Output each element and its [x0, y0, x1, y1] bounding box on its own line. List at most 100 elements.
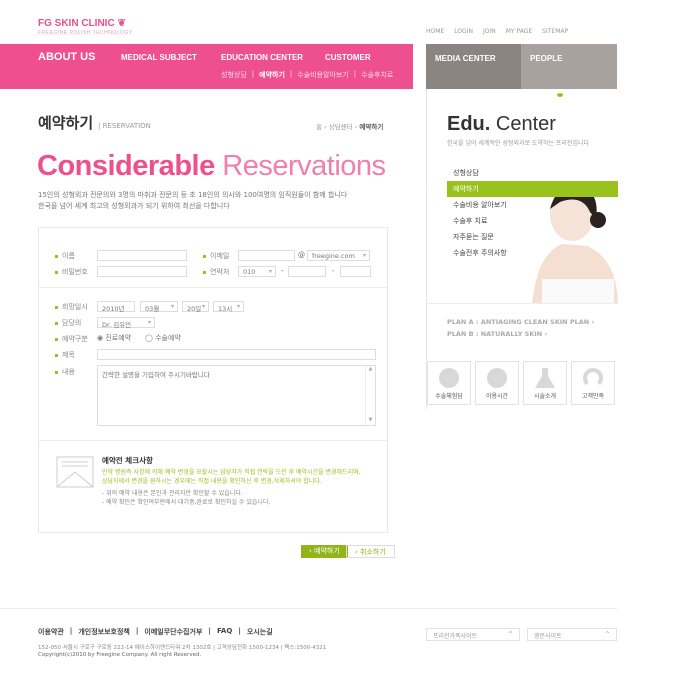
- nav-medical-subject[interactable]: MEDICAL SUBJECT: [121, 53, 197, 62]
- divider: [39, 287, 387, 288]
- subnav-consult[interactable]: 성형상담: [221, 70, 247, 80]
- footer-links: 이용약관 | 개인정보보호정책 | 이메일무단수집거부 | FAQ | 오시는길: [38, 627, 273, 637]
- plan-b-link[interactable]: PLAN B : NATURALLY SKIN ›: [447, 328, 594, 340]
- footer-email-policy[interactable]: 이메일무단수집거부: [144, 627, 202, 637]
- dash: -: [332, 267, 335, 275]
- radio-clinic[interactable]: ◉ 진료예약: [97, 333, 131, 343]
- month-select[interactable]: 03월: [140, 301, 178, 313]
- quick-procedures[interactable]: 시술소개: [523, 361, 567, 405]
- footer-divider: [0, 608, 617, 609]
- sub-nav: 성형상담 | 예약하기 | 수술비용알아보기 | 수술후치료: [221, 70, 394, 80]
- side-menu-cost[interactable]: 수술비용 알아보기: [447, 197, 618, 213]
- date-label: 희망일시: [55, 302, 88, 312]
- password-input[interactable]: [97, 266, 187, 277]
- main-nav: ABOUT US MEDICAL SUBJECT EDUCATION CENTE…: [0, 44, 413, 89]
- footer-faq[interactable]: FAQ: [217, 627, 232, 637]
- family-site-label: 프리진가족사이트: [433, 633, 478, 640]
- notice-note-2: - 예약 확인은 확인여부란에서 대기중,완료로 확인하실 수 있습니다.: [102, 499, 271, 506]
- footer-directions[interactable]: 오시는길: [247, 627, 273, 637]
- subtitle-text: RESERVATION: [102, 122, 151, 130]
- doctor-label: 담당의: [55, 318, 81, 328]
- leaf-icon: [557, 93, 563, 97]
- side-menu-consult[interactable]: 성형상담: [447, 165, 618, 181]
- email-label: 이메일: [203, 251, 229, 261]
- footer-terms[interactable]: 이용약관: [38, 627, 64, 637]
- nav-education-center[interactable]: EDUCATION CENTER: [221, 53, 303, 62]
- english-site-select[interactable]: 영문사이트 ^: [527, 628, 617, 641]
- crumb-home[interactable]: 홈: [316, 123, 322, 131]
- phone-label: 연락처: [203, 267, 229, 277]
- cancel-button[interactable]: › 취소하기: [346, 545, 395, 558]
- notice-notes: - 위의 예약 내용은 본인과 관리자만 확인할 수 있습니다. - 예약 확인은…: [102, 489, 270, 507]
- divider: [427, 303, 618, 304]
- dash: -: [281, 267, 284, 275]
- subnav-aftercare[interactable]: 수술후치료: [361, 70, 393, 80]
- email-id-input[interactable]: [238, 250, 295, 261]
- notice-highlight: 만약 병원측 사정에 의해 예약 변경을 요할시는 담당자가 직접 연락을 드린…: [102, 468, 387, 486]
- headline-light: Reservations: [222, 150, 386, 182]
- link-login[interactable]: LOGIN: [454, 28, 473, 35]
- edu-center-title: Edu. Center: [447, 113, 556, 136]
- phone-last-input[interactable]: [340, 266, 371, 277]
- quick-satisfaction[interactable]: 고객만족: [571, 361, 615, 405]
- headline: Considerable Reservations: [37, 150, 386, 183]
- textarea-scrollbar[interactable]: ▲ ▼: [365, 366, 375, 425]
- link-join[interactable]: JOIN: [483, 28, 496, 35]
- link-mypage[interactable]: MY PAGE: [506, 28, 532, 35]
- quick-label: 시술소개: [533, 393, 557, 400]
- password-label: 비밀번호: [55, 267, 88, 277]
- link-sitemap[interactable]: SITEMAP: [542, 28, 568, 35]
- alarm-clock-icon: [487, 368, 507, 388]
- hour-select[interactable]: 13시: [213, 301, 244, 313]
- name-label: 이름: [55, 251, 75, 261]
- content-textarea[interactable]: 간략한 설명을 기입하여 주시기바랍니다: [97, 365, 376, 426]
- nav-about-us[interactable]: ABOUT US: [38, 51, 95, 63]
- english-site-label: 영문사이트: [534, 633, 562, 640]
- side-menu-aftercare[interactable]: 수술후 치료: [447, 213, 618, 229]
- quick-hours[interactable]: 이용시간: [475, 361, 519, 405]
- submit-button[interactable]: › 예약하기: [301, 545, 348, 558]
- headline-bold: Considerable: [37, 150, 215, 182]
- side-menu-faq[interactable]: 자주묻는 질문: [447, 229, 618, 245]
- plan-a-text: PLAN A : ANTIAGING CLEAN SKIN PLAN: [447, 318, 590, 326]
- nav-customer[interactable]: CUSTOMER: [325, 53, 371, 62]
- side-menu-precautions[interactable]: 수술전후 주의사항: [447, 245, 618, 261]
- doctor-select[interactable]: Dr. 김유민: [97, 317, 155, 329]
- plan-a-link[interactable]: PLAN A : ANTIAGING CLEAN SKIN PLAN ›: [447, 316, 594, 328]
- crumb-center[interactable]: 상담센터: [329, 123, 353, 131]
- plan-b-text: PLAN B : NATURALLY SKIN: [447, 330, 543, 338]
- breadcrumb: 홈 › 상담센터 › 예약하기: [316, 123, 384, 131]
- logo[interactable]: FG SKIN CLINIC ❦ FREEGINE POLISH TECHNOLO…: [38, 18, 133, 36]
- tab-media-center[interactable]: MEDIA CENTER: [426, 44, 521, 89]
- notice-hl-2: 상담자께서 변경을 원하시는 경우에는 직접 내용을 확인하신 후 변경,삭제하…: [102, 478, 322, 485]
- quick-reviews[interactable]: 수술체험담: [427, 361, 471, 405]
- title-input[interactable]: [97, 349, 376, 360]
- name-input[interactable]: [97, 250, 187, 261]
- family-site-select[interactable]: 프리진가족사이트 ^: [426, 628, 520, 641]
- notice-hl-1: 만약 병원측 사정에 의해 예약 변경을 요할시는 담당자가 직접 연락을 드린…: [102, 469, 361, 476]
- email-domain-select[interactable]: freegine.com: [307, 250, 370, 261]
- desc-line-2: 한국을 넘어 세계 최고의 성형외과가 되기 위하여 최선을 다합니다: [38, 202, 230, 210]
- quick-label: 수술체험담: [435, 393, 463, 400]
- phone-prefix-select[interactable]: 010: [238, 266, 276, 277]
- link-home[interactable]: HOME: [426, 28, 444, 35]
- side-menu: 성형상담 예약하기 수술비용 알아보기 수술후 치료 자주묻는 질문 수술전후 …: [447, 165, 618, 261]
- subnav-cost[interactable]: 수술비용알아보기: [297, 70, 349, 80]
- reservation-form: 이름 이메일 @ freegine.com 비밀번호 연락처 010 - - 희…: [38, 227, 388, 533]
- crumb-current: 예약하기: [359, 123, 384, 131]
- desc-line-1: 15인의 성형외과 전문의와 3명의 마취과 전문의 등 초 18인의 의사와 …: [38, 191, 348, 199]
- phone-mid-input[interactable]: [288, 266, 326, 277]
- year-input[interactable]: 2010년: [97, 301, 135, 313]
- headset-icon: [583, 368, 603, 388]
- day-select[interactable]: 20일: [182, 301, 209, 313]
- title-light: Center: [495, 113, 556, 135]
- brand-name: FG SKIN CLINIC: [38, 18, 115, 29]
- radio-surgery[interactable]: ◯ 수술예약: [145, 333, 181, 343]
- subnav-reservation[interactable]: 예약하기: [259, 70, 285, 80]
- at-sign: @: [298, 251, 305, 259]
- top-links: HOME LOGIN JOIN MY PAGE SITEMAP: [426, 28, 568, 35]
- footer-privacy[interactable]: 개인정보보호정책: [78, 627, 130, 637]
- content-label: 내용: [55, 367, 75, 377]
- side-menu-reservation[interactable]: 예약하기: [447, 181, 618, 197]
- tab-people[interactable]: PEOPLE: [521, 44, 617, 89]
